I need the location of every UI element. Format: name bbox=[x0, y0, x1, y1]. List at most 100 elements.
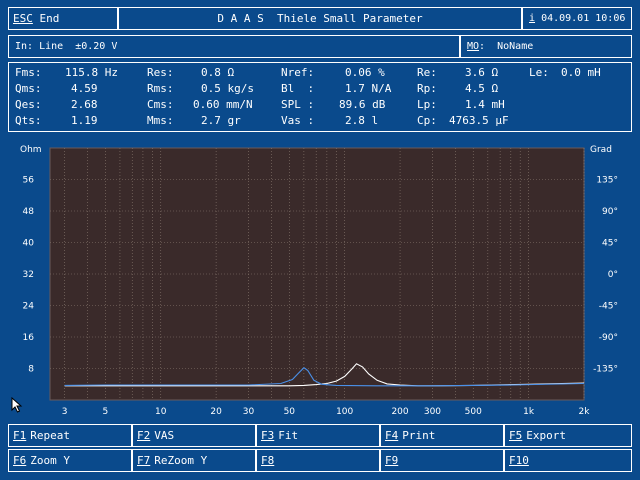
rms-value: 0.5 kg/s bbox=[201, 82, 254, 95]
qms-value: 4.59 bbox=[71, 82, 98, 95]
mms-value: 2.7 gr bbox=[201, 114, 241, 127]
fkey-label: Export bbox=[526, 429, 566, 442]
fkey-key-text: F5 bbox=[509, 429, 523, 442]
y-tick-label: 24 bbox=[23, 302, 35, 312]
x-tick-label: 300 bbox=[424, 407, 441, 417]
info-key: i bbox=[529, 13, 536, 24]
vas-value: 2.8 l bbox=[345, 114, 379, 127]
x-tick-label: 50 bbox=[284, 407, 296, 417]
rp-value: 4.5 Ω bbox=[465, 82, 499, 95]
fkey-f9[interactable]: F9 bbox=[380, 449, 504, 472]
qms-label: Qms: bbox=[15, 82, 42, 95]
fkey-key-text: F4 bbox=[385, 429, 399, 442]
x-tick-label: 200 bbox=[391, 407, 408, 417]
cms-value: 0.60 mm/N bbox=[193, 98, 253, 111]
lp-value: 1.4 mH bbox=[465, 98, 505, 111]
y2-axis-label: Grad bbox=[590, 145, 612, 155]
app-title: D A A S Thiele Small Parameter bbox=[217, 12, 423, 25]
nref-value: 0.06 % bbox=[345, 66, 385, 79]
cms-label: Cms: bbox=[147, 98, 174, 111]
qes-label: Qes: bbox=[15, 98, 42, 111]
fkey-f10[interactable]: F10 bbox=[504, 449, 632, 472]
parameter-panel: Fms: 115.8 Hz Qms: 4.59 Qes: 2.68 Qts: 1… bbox=[8, 62, 632, 132]
fkey-f1[interactable]: F1 Repeat bbox=[8, 424, 132, 447]
cp-value: 4763.5 µF bbox=[449, 114, 509, 127]
y2-tick-label: -45° bbox=[599, 302, 618, 312]
cp-label: Cp: bbox=[417, 114, 437, 127]
y2-tick-label: -90° bbox=[599, 333, 618, 343]
y-tick-label: 16 bbox=[23, 333, 35, 343]
time-text: 10:06 bbox=[595, 13, 626, 24]
qts-value: 1.19 bbox=[71, 114, 98, 127]
fkey-key-text: F6 bbox=[13, 454, 27, 467]
res-value: 0.8 Ω bbox=[201, 66, 235, 79]
x-tick-label: 3 bbox=[62, 407, 68, 417]
x-tick-label: 10 bbox=[155, 407, 167, 417]
bl-value: 1.7 N/A bbox=[345, 82, 392, 95]
x-tick-label: 20 bbox=[210, 407, 222, 417]
fkey-key-text: F1 bbox=[13, 429, 27, 442]
fkey-f4[interactable]: F4 Print bbox=[380, 424, 504, 447]
fkey-f7[interactable]: F7 ReZoom Y bbox=[132, 449, 256, 472]
x-tick-label: 2k bbox=[579, 407, 591, 417]
vas-label: Vas : bbox=[281, 114, 315, 127]
qts-label: Qts: bbox=[15, 114, 42, 127]
esc-end-button[interactable]: ESC End bbox=[8, 7, 118, 30]
y-tick-label: 32 bbox=[23, 270, 34, 280]
y2-tick-label: -135° bbox=[593, 365, 618, 375]
fkey-label: Zoom Y bbox=[30, 454, 70, 467]
fkey-key-text: F7 bbox=[137, 454, 151, 467]
x-tick-label: 1k bbox=[523, 407, 535, 417]
fms-value: 115.8 Hz bbox=[65, 66, 118, 79]
y2-tick-label: 45° bbox=[602, 239, 618, 249]
rp-label: Rp: bbox=[417, 82, 437, 95]
input-info-bar: In: Line ±0.20 V bbox=[8, 35, 460, 58]
le-value: 0.0 mH bbox=[561, 66, 601, 79]
model-name: : NoName bbox=[479, 41, 534, 52]
title-bar: D A A S Thiele Small Parameter bbox=[118, 7, 522, 30]
fkey-key-text: F8 bbox=[261, 454, 275, 467]
end-label: End bbox=[39, 12, 60, 25]
fkey-f5[interactable]: F5 Export bbox=[504, 424, 632, 447]
mms-label: Mms: bbox=[147, 114, 174, 127]
y-tick-label: 8 bbox=[28, 365, 34, 375]
spl-value: 89.6 dB bbox=[339, 98, 386, 111]
fkey-f2[interactable]: F2 VAS bbox=[132, 424, 256, 447]
date-text: 04.09.01 bbox=[541, 13, 590, 24]
fkey-key-text: F2 bbox=[137, 429, 151, 442]
fms-label: Fms: bbox=[15, 66, 42, 79]
fkey-label: ReZoom Y bbox=[154, 454, 208, 467]
impedance-chart: Ohm 8 16 24 32 40 48 56 Grad -135° -90° -45° 0° 45° 90… bbox=[8, 138, 632, 420]
info-datetime-button[interactable]: i 04.09.01 10:06 bbox=[522, 7, 632, 30]
y-axis-label: Ohm bbox=[20, 145, 42, 155]
spl-label: SPL : bbox=[281, 98, 315, 111]
y-tick-label: 48 bbox=[23, 207, 35, 217]
nref-label: Nref: bbox=[281, 66, 315, 79]
fkey-f3[interactable]: F3 Fit bbox=[256, 424, 380, 447]
y2-tick-label: 90° bbox=[602, 207, 618, 217]
input-level-text: In: Line ±0.20 V bbox=[15, 41, 118, 52]
fkey-key-text: F9 bbox=[385, 454, 399, 467]
rms-label: Rms: bbox=[147, 82, 174, 95]
bl-label: Bl : bbox=[281, 82, 315, 95]
impedance-chart-svg: Ohm 8 16 24 32 40 48 56 Grad -135° -90° -45° 0° 45° 90… bbox=[20, 145, 618, 417]
re-value: 3.6 Ω bbox=[465, 66, 499, 79]
y2-tick-label: 0° bbox=[608, 270, 618, 280]
fkey-key-text: F3 bbox=[261, 429, 275, 442]
esc-key: ESC bbox=[13, 12, 33, 25]
model-button[interactable]: MO: NoName bbox=[460, 35, 632, 58]
x-tick-label: 500 bbox=[465, 407, 482, 417]
re-label: Re: bbox=[417, 66, 437, 79]
qes-value: 2.68 bbox=[71, 98, 98, 111]
x-tick-label: 30 bbox=[243, 407, 255, 417]
le-label: Le: bbox=[529, 66, 549, 79]
mouse-cursor-icon bbox=[11, 397, 23, 413]
fkey-f6[interactable]: F6 Zoom Y bbox=[8, 449, 132, 472]
y2-tick-label: 135° bbox=[596, 176, 618, 186]
x-tick-label: 5 bbox=[103, 407, 109, 417]
fkey-label: Print bbox=[402, 429, 436, 442]
fkey-f8[interactable]: F8 bbox=[256, 449, 380, 472]
res-label: Res: bbox=[147, 66, 174, 79]
fkey-label: VAS bbox=[154, 429, 175, 442]
fkey-label: Fit bbox=[278, 429, 299, 442]
